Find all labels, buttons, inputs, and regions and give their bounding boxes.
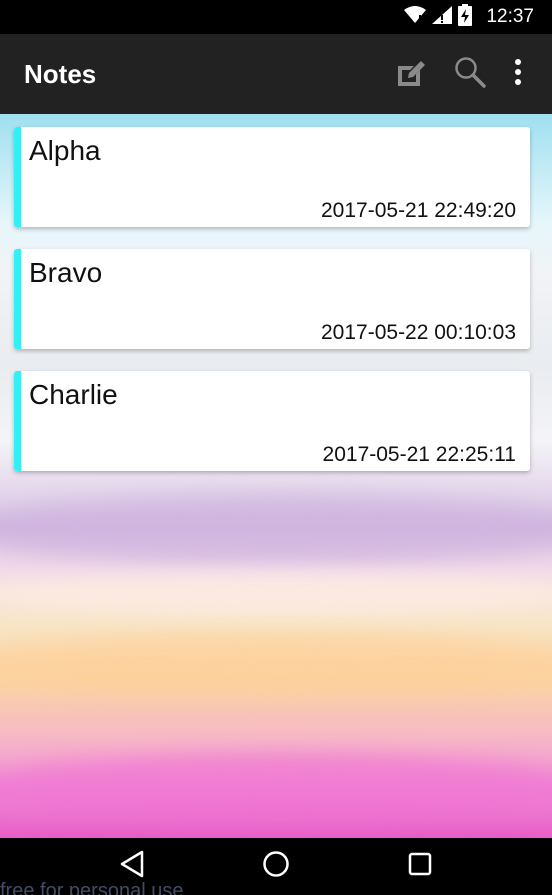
status-bar: 12:37 bbox=[0, 0, 552, 34]
signal-icon bbox=[432, 5, 453, 29]
note-date: 2017-05-21 22:49:20 bbox=[321, 199, 516, 222]
note-date: 2017-05-22 00:10:03 bbox=[321, 321, 516, 344]
status-icons bbox=[404, 3, 473, 31]
search-button[interactable] bbox=[454, 56, 486, 93]
watermark-text: free for personal use bbox=[0, 880, 184, 895]
note-item[interactable]: Charlie 2017-05-21 22:25:11 bbox=[14, 371, 530, 471]
background-cloud bbox=[0, 634, 552, 694]
navigation-bar: free for personal use bbox=[0, 838, 552, 895]
wifi-icon bbox=[404, 5, 427, 29]
note-item[interactable]: Bravo 2017-05-22 00:10:03 bbox=[14, 249, 530, 349]
note-title: Alpha bbox=[29, 135, 101, 166]
note-date: 2017-05-21 22:25:11 bbox=[322, 443, 516, 466]
app-bar-actions bbox=[396, 56, 552, 93]
note-title: Charlie bbox=[29, 379, 118, 410]
note-title: Bravo bbox=[29, 257, 103, 288]
search-icon bbox=[454, 56, 486, 93]
home-icon bbox=[262, 850, 290, 883]
edit-note-icon bbox=[396, 58, 426, 91]
note-accent-bar bbox=[14, 249, 21, 349]
background-cloud bbox=[0, 754, 552, 824]
overflow-menu-icon bbox=[514, 58, 522, 90]
recents-icon bbox=[408, 852, 432, 881]
notes-list[interactable]: Alpha 2017-05-21 22:49:20 Bravo 2017-05-… bbox=[0, 114, 552, 838]
back-icon bbox=[119, 850, 145, 883]
battery-charging-icon bbox=[458, 3, 473, 31]
app-title: Notes bbox=[24, 58, 97, 89]
recents-button[interactable] bbox=[390, 842, 450, 892]
background-cloud bbox=[0, 494, 552, 564]
status-time: 12:37 bbox=[486, 6, 534, 27]
note-accent-bar bbox=[14, 127, 21, 227]
app-bar: Notes bbox=[0, 34, 552, 114]
note-item[interactable]: Alpha 2017-05-21 22:49:20 bbox=[14, 127, 530, 227]
home-button[interactable] bbox=[246, 842, 306, 892]
note-accent-bar bbox=[14, 371, 21, 471]
overflow-menu-button[interactable] bbox=[514, 58, 522, 90]
background-cloud bbox=[0, 574, 552, 614]
new-note-button[interactable] bbox=[396, 58, 426, 91]
